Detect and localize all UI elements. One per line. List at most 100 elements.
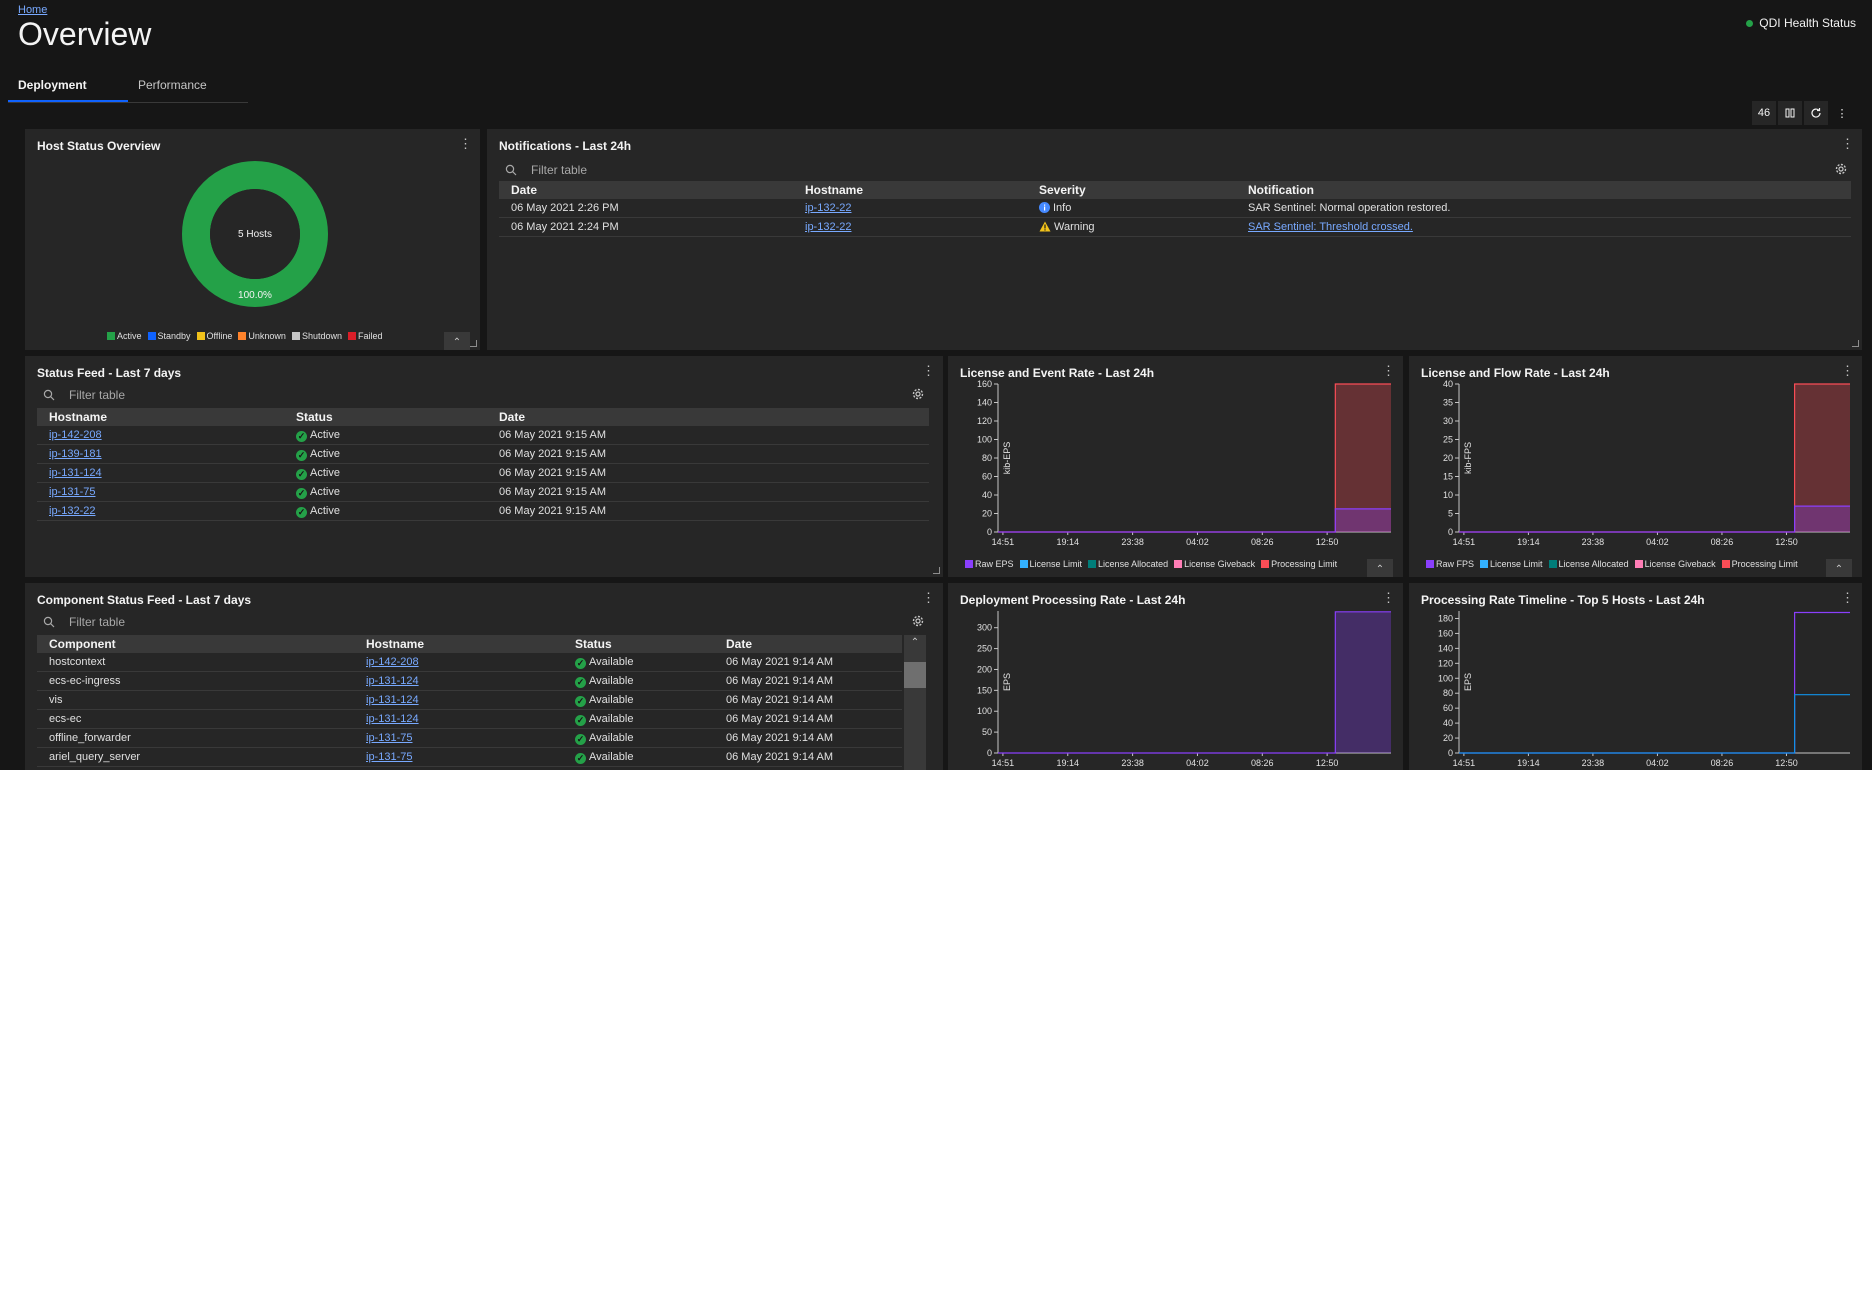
column-header-hostname[interactable]: Hostname xyxy=(354,635,563,653)
column-header-status[interactable]: Status xyxy=(563,635,714,653)
legend-label: Raw FPS xyxy=(1436,559,1475,569)
hostname-link[interactable]: ip-131-124 xyxy=(366,694,419,706)
cell-hostname: ip-131-124 xyxy=(354,671,563,691)
component-feed-menu[interactable]: ⋮ xyxy=(922,591,935,604)
resize-handle[interactable] xyxy=(470,340,477,347)
hostname-link[interactable]: ip-131-124 xyxy=(49,467,102,479)
toolbar-overflow-menu[interactable]: ⋮ xyxy=(1830,101,1854,125)
health-status-dot-icon xyxy=(1746,19,1754,27)
legend-item[interactable]: Failed xyxy=(347,331,383,341)
hostname-link[interactable]: ip-142-208 xyxy=(366,656,419,668)
x-tick-label: 19:14 xyxy=(1056,537,1079,547)
cell-component: offline_forwarder xyxy=(37,728,354,748)
legend-item[interactable]: Offline xyxy=(196,331,232,341)
hostname-link[interactable]: ip-131-75 xyxy=(366,751,412,763)
gear-icon[interactable] xyxy=(911,614,925,628)
legend-item[interactable]: Standby xyxy=(147,331,191,341)
hostname-link[interactable]: ip-132-22 xyxy=(805,221,851,233)
hostname-link[interactable]: ip-132-22 xyxy=(805,202,851,214)
event-rate-menu[interactable]: ⋮ xyxy=(1382,364,1395,377)
series-line xyxy=(1459,611,1850,754)
legend-label: Raw EPS xyxy=(975,559,1014,569)
table-header-row: Hostname Status Date xyxy=(37,408,929,426)
legend-item[interactable]: License Limit xyxy=(1480,559,1543,569)
scrollbar-thumb[interactable] xyxy=(904,662,926,688)
cell-status: ✓ Active xyxy=(284,444,487,464)
chevron-up-icon[interactable]: ⌃ xyxy=(904,637,926,648)
legend-swatch xyxy=(1088,560,1097,568)
legend-item[interactable]: License Giveback xyxy=(1634,559,1716,569)
column-header-severity[interactable]: Severity xyxy=(1027,181,1236,199)
column-header-date[interactable]: Date xyxy=(499,181,793,199)
notifications-menu[interactable]: ⋮ xyxy=(1841,137,1854,150)
hostname-link[interactable]: ip-131-75 xyxy=(49,486,95,498)
kebab-icon: ⋮ xyxy=(1382,363,1395,378)
legend-item[interactable]: Shutdown xyxy=(291,331,342,341)
column-header-hostname[interactable]: Hostname xyxy=(793,181,1027,199)
x-tick-label: 14:51 xyxy=(992,758,1015,768)
hostname-link[interactable]: ip-131-75 xyxy=(366,732,412,744)
hostname-link[interactable]: ip-139-181 xyxy=(49,448,102,460)
table-row: hostcontext ip-142-208 ✓ Available 06 May 20… xyxy=(37,653,902,672)
hostname-link[interactable]: ip-132-22 xyxy=(49,505,95,517)
top5-rate-menu[interactable]: ⋮ xyxy=(1841,591,1854,604)
flow-rate-menu[interactable]: ⋮ xyxy=(1841,364,1854,377)
hostname-link[interactable]: ip-131-124 xyxy=(366,675,419,687)
legend-item[interactable]: Unknown xyxy=(238,331,286,341)
legend-item[interactable]: Active xyxy=(107,331,142,341)
y-axis-label: EPS xyxy=(1002,673,1012,691)
pause-icon xyxy=(1785,108,1795,118)
status-feed-filter[interactable]: Filter table xyxy=(43,384,125,406)
host-status-menu[interactable]: ⋮ xyxy=(459,137,472,150)
chevron-up-icon: ⌃ xyxy=(452,337,462,348)
gear-icon[interactable] xyxy=(1834,162,1848,176)
y-tick-label: 100 xyxy=(977,435,992,445)
hostname-link[interactable]: ip-131-124 xyxy=(366,713,419,725)
x-tick-label: 12:50 xyxy=(1316,537,1339,547)
health-status-label: QDI Health Status xyxy=(1759,16,1856,30)
pause-button[interactable] xyxy=(1778,101,1802,125)
column-header-date[interactable]: Date xyxy=(714,635,902,653)
y-tick-label: 150 xyxy=(977,685,992,695)
gear-icon[interactable] xyxy=(911,387,925,401)
legend-label: Failed xyxy=(357,331,383,341)
legend-item[interactable]: License Limit xyxy=(1019,559,1082,569)
breadcrumb-home[interactable]: Home xyxy=(18,4,47,16)
collapse-button[interactable]: ⌃ xyxy=(444,332,470,350)
notifications-filter[interactable]: Filter table xyxy=(505,159,587,181)
resize-handle[interactable] xyxy=(933,567,940,574)
legend-item[interactable]: License Giveback xyxy=(1174,559,1255,569)
refresh-interval-counter[interactable]: 46 xyxy=(1752,101,1776,125)
status-feed-menu[interactable]: ⋮ xyxy=(922,364,935,377)
tab-performance[interactable]: Performance xyxy=(128,72,248,102)
notification-link[interactable]: SAR Sentinel: Threshold crossed. xyxy=(1248,221,1413,233)
column-header-date[interactable]: Date xyxy=(487,408,929,426)
legend-item[interactable]: Raw FPS xyxy=(1426,559,1474,569)
health-status[interactable]: QDI Health Status xyxy=(1746,16,1856,30)
collapse-button[interactable]: ⌃ xyxy=(1826,559,1852,577)
collapse-button[interactable]: ⌃ xyxy=(1367,559,1393,577)
y-tick-label: 40 xyxy=(1443,718,1453,728)
column-header-hostname[interactable]: Hostname xyxy=(37,408,284,426)
column-header-notification[interactable]: Notification xyxy=(1236,181,1851,199)
resize-handle[interactable] xyxy=(1852,340,1859,347)
y-tick-label: 100 xyxy=(1438,673,1453,683)
legend-swatch xyxy=(1548,560,1557,568)
tab-deployment[interactable]: Deployment xyxy=(8,72,128,102)
vertical-scrollbar[interactable]: ⌃ xyxy=(904,635,926,770)
hostname-link[interactable]: ip-142-208 xyxy=(49,429,102,441)
component-feed-filter[interactable]: Filter table xyxy=(43,611,125,633)
column-header-component[interactable]: Component xyxy=(37,635,354,653)
legend-item[interactable]: License Allocated xyxy=(1548,559,1629,569)
legend-item[interactable]: License Allocated xyxy=(1088,559,1168,569)
legend-item[interactable]: Processing Limit xyxy=(1261,559,1337,569)
legend-label: Standby xyxy=(157,331,191,341)
refresh-button[interactable] xyxy=(1804,101,1828,125)
app-window: Home Overview QDI Health Status Deployme… xyxy=(0,0,1872,770)
legend-item[interactable]: Raw EPS xyxy=(965,559,1014,569)
deployment-rate-menu[interactable]: ⋮ xyxy=(1382,591,1395,604)
cell-date: 06 May 2021 2:26 PM xyxy=(499,199,793,218)
cell-date: 06 May 2021 9:14 AM xyxy=(714,709,902,729)
legend-item[interactable]: Processing Limit xyxy=(1721,559,1798,569)
column-header-status[interactable]: Status xyxy=(284,408,487,426)
